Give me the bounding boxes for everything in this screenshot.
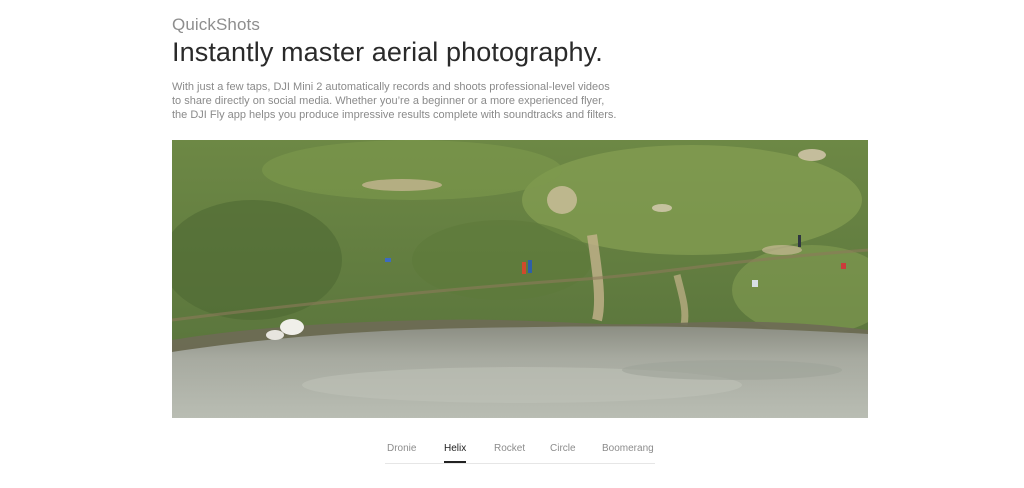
description-line: to share directly on social media. Wheth… xyxy=(172,95,605,107)
tab-rocket[interactable]: Rocket xyxy=(494,436,525,462)
description-line: With just a few taps, DJI Mini 2 automat… xyxy=(172,81,610,93)
person-figure xyxy=(528,260,532,273)
section-headline: Instantly master aerial photography. xyxy=(172,37,603,67)
quickshots-tabs: Dronie Helix Rocket Circle Boomerang xyxy=(385,436,655,464)
tab-helix[interactable]: Helix xyxy=(444,436,467,463)
tab-circle[interactable]: Circle xyxy=(550,436,576,462)
person-figure xyxy=(522,262,526,274)
tab-boomerang[interactable]: Boomerang xyxy=(602,436,654,462)
section-description: With just a few taps, DJI Mini 2 automat… xyxy=(172,80,642,122)
person-figure xyxy=(798,235,801,247)
description-line: the DJI Fly app helps you produce impres… xyxy=(172,109,617,121)
backpack xyxy=(385,258,391,262)
quickshots-section: QuickShots Instantly master aerial photo… xyxy=(172,0,868,488)
section-eyebrow: QuickShots xyxy=(172,15,260,34)
person-figure xyxy=(841,263,846,269)
person-figure xyxy=(752,280,758,287)
hero-video[interactable] xyxy=(172,140,868,418)
aerial-landscape-image xyxy=(172,140,868,418)
tab-dronie[interactable]: Dronie xyxy=(387,436,416,462)
